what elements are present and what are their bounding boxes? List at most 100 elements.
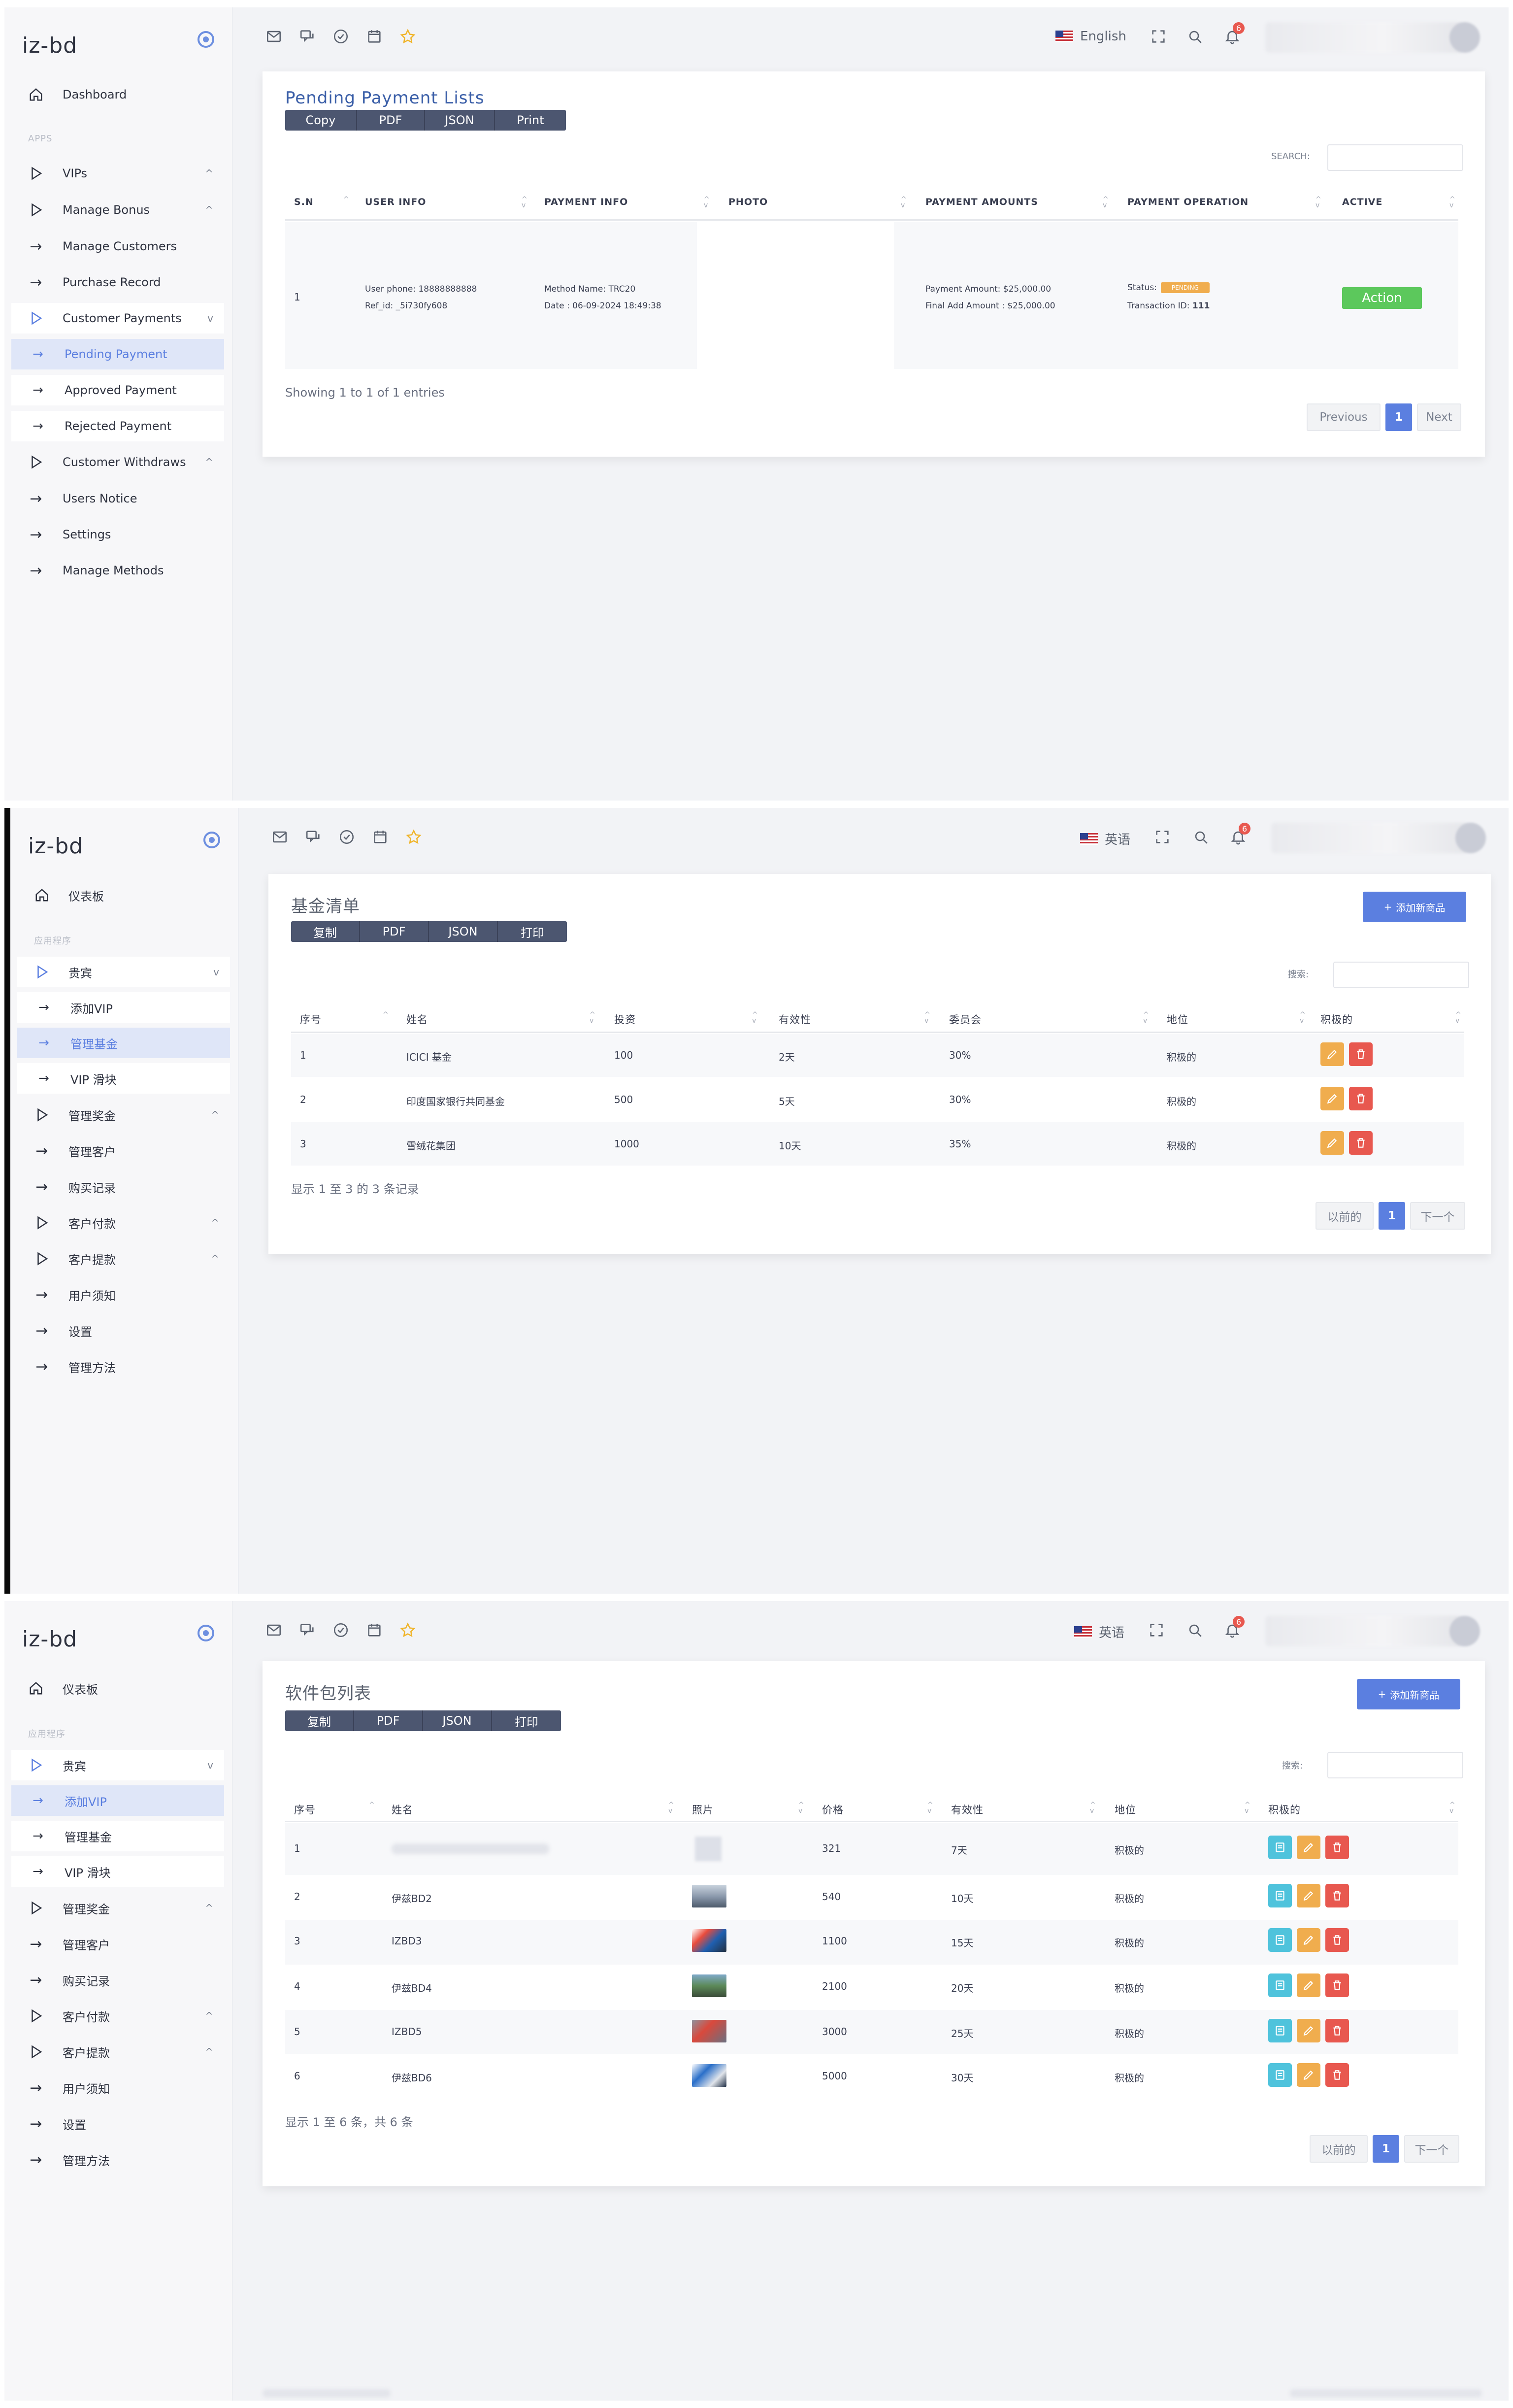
print-button[interactable]: 打印: [498, 921, 567, 942]
mail-icon[interactable]: [264, 27, 283, 46]
star-icon[interactable]: [398, 1621, 417, 1639]
add-new-item-button[interactable]: + 添加新商品: [1357, 1679, 1460, 1709]
edit-button[interactable]: [1297, 1928, 1320, 1952]
sidebar-item-manage-methods[interactable]: → Manage Methods: [11, 555, 224, 586]
column-header[interactable]: PAYMENT AMOUNTS: [925, 197, 1038, 207]
sidebar-item-customer-payments[interactable]: 客户付款 ^: [11, 2001, 224, 2031]
language-selector[interactable]: English: [1055, 29, 1126, 44]
delete-button[interactable]: [1349, 1087, 1373, 1110]
sidebar-toggle-target-icon[interactable]: [197, 31, 214, 48]
user-menu[interactable]: [1265, 1616, 1462, 1646]
column-header[interactable]: 姓名: [392, 1802, 413, 1817]
avatar[interactable]: [1455, 823, 1486, 853]
app-logo[interactable]: iz-bd: [22, 33, 77, 58]
next-button[interactable]: 下一个: [1410, 1202, 1465, 1230]
check-circle-icon[interactable]: [331, 1621, 350, 1639]
sidebar-item-customer-withdraws[interactable]: Customer Withdraws ^: [11, 447, 224, 477]
sidebar-item-dashboard[interactable]: 仪表板: [11, 1673, 224, 1704]
bell-icon[interactable]: 6: [1229, 823, 1250, 846]
column-header[interactable]: 姓名: [406, 1012, 428, 1027]
sidebar-item-vip-slider[interactable]: → VIP 滑块: [11, 1856, 224, 1887]
column-header[interactable]: PHOTO: [728, 197, 768, 207]
sidebar-item-customer-withdraws[interactable]: 客户提款 ^: [17, 1243, 230, 1274]
sidebar-item-manage-methods[interactable]: → 管理方法: [11, 2144, 224, 2175]
view-button[interactable]: [1268, 2063, 1292, 2087]
edit-button[interactable]: [1297, 1884, 1320, 1907]
delete-button[interactable]: [1325, 1836, 1349, 1859]
previous-button[interactable]: 以前的: [1310, 2135, 1368, 2163]
sidebar-item-vip[interactable]: 贵宾 v: [11, 1750, 224, 1780]
column-header[interactable]: 积极的: [1320, 1012, 1353, 1027]
view-button[interactable]: [1268, 1884, 1292, 1907]
sidebar-item-purchase-record[interactable]: → 购买记录: [17, 1171, 230, 1202]
column-header[interactable]: USER INFO: [365, 197, 426, 207]
delete-button[interactable]: [1325, 2019, 1349, 2042]
next-button[interactable]: Next: [1417, 403, 1461, 431]
sidebar-item-vip[interactable]: 贵宾 v: [17, 957, 230, 987]
copy-button[interactable]: 复制: [285, 1710, 354, 1731]
edit-button[interactable]: [1320, 1087, 1344, 1110]
page-1-button[interactable]: 1: [1373, 2135, 1399, 2163]
next-button[interactable]: 下一个: [1404, 2135, 1459, 2163]
calendar-icon[interactable]: [371, 828, 390, 846]
view-button[interactable]: [1268, 1928, 1292, 1952]
edit-button[interactable]: [1320, 1042, 1344, 1066]
edit-button[interactable]: [1297, 1973, 1320, 1997]
column-header[interactable]: 投资: [614, 1012, 636, 1027]
delete-button[interactable]: [1349, 1042, 1373, 1066]
column-header[interactable]: ACTIVE: [1342, 197, 1382, 207]
copy-button[interactable]: Copy: [285, 110, 357, 131]
sidebar-item-manage-bonus[interactable]: 管理奖金 ^: [11, 1893, 224, 1923]
star-icon[interactable]: [404, 828, 423, 846]
column-header[interactable]: 价格: [822, 1802, 844, 1817]
sidebar-toggle-target-icon[interactable]: [203, 832, 220, 848]
bell-icon[interactable]: 6: [1223, 1616, 1245, 1639]
sidebar-item-manage-fund[interactable]: → 管理基金: [17, 1028, 230, 1058]
app-logo[interactable]: iz-bd: [28, 834, 83, 859]
json-button[interactable]: JSON: [425, 110, 495, 131]
sidebar-item-manage-customers[interactable]: → 管理客户: [17, 1136, 230, 1166]
sidebar-item-approved-payment[interactable]: → Approved Payment: [11, 375, 224, 405]
sidebar-item-customer-payments[interactable]: Customer Payments v: [11, 303, 224, 334]
pdf-button[interactable]: PDF: [354, 1710, 423, 1731]
pdf-button[interactable]: PDF: [360, 921, 429, 942]
fullscreen-icon[interactable]: [1149, 27, 1168, 46]
mail-icon[interactable]: [264, 1621, 283, 1639]
sidebar-item-customer-withdraws[interactable]: 客户提款 ^: [11, 2037, 224, 2067]
edit-button[interactable]: [1297, 1836, 1320, 1859]
column-header[interactable]: 地位: [1115, 1802, 1136, 1817]
sidebar-item-dashboard[interactable]: 仪表板: [17, 880, 230, 910]
column-header[interactable]: PAYMENT INFO: [544, 197, 628, 207]
view-button[interactable]: [1268, 2019, 1292, 2042]
sidebar-item-vip-slider[interactable]: → VIP 滑块: [17, 1063, 230, 1094]
app-logo[interactable]: iz-bd: [22, 1627, 77, 1652]
star-icon[interactable]: [398, 27, 417, 46]
column-header[interactable]: 有效性: [951, 1802, 984, 1817]
page-1-button[interactable]: 1: [1379, 1202, 1405, 1230]
sidebar-item-settings[interactable]: → Settings: [11, 519, 224, 550]
sidebar-item-vips[interactable]: VIPs ^: [11, 158, 224, 189]
search-input[interactable]: [1333, 962, 1469, 988]
page-1-button[interactable]: 1: [1385, 403, 1412, 431]
action-button[interactable]: Action: [1342, 287, 1422, 309]
sidebar-item-rejected-payment[interactable]: → Rejected Payment: [11, 411, 224, 441]
user-menu[interactable]: [1271, 823, 1468, 853]
add-new-item-button[interactable]: + 添加新商品: [1363, 892, 1466, 922]
sidebar-item-users-notice[interactable]: → Users Notice: [11, 483, 224, 514]
previous-button[interactable]: 以前的: [1316, 1202, 1374, 1230]
search-input[interactable]: [1327, 144, 1463, 171]
search-icon[interactable]: [1185, 1621, 1204, 1639]
search-icon[interactable]: [1185, 27, 1204, 46]
edit-button[interactable]: [1297, 2019, 1320, 2042]
sidebar-item-users-notice[interactable]: → 用户须知: [17, 1279, 230, 1310]
column-header[interactable]: 有效性: [779, 1012, 811, 1027]
check-circle-icon[interactable]: [331, 27, 350, 46]
previous-button[interactable]: Previous: [1307, 403, 1381, 431]
sidebar-item-manage-bonus[interactable]: Manage Bonus ^: [11, 195, 224, 225]
avatar[interactable]: [1449, 22, 1480, 53]
check-circle-icon[interactable]: [337, 828, 356, 846]
delete-button[interactable]: [1325, 1973, 1349, 1997]
chat-icon[interactable]: [298, 27, 317, 46]
sidebar-item-pending-payment[interactable]: → Pending Payment: [11, 339, 224, 369]
delete-button[interactable]: [1325, 2063, 1349, 2087]
